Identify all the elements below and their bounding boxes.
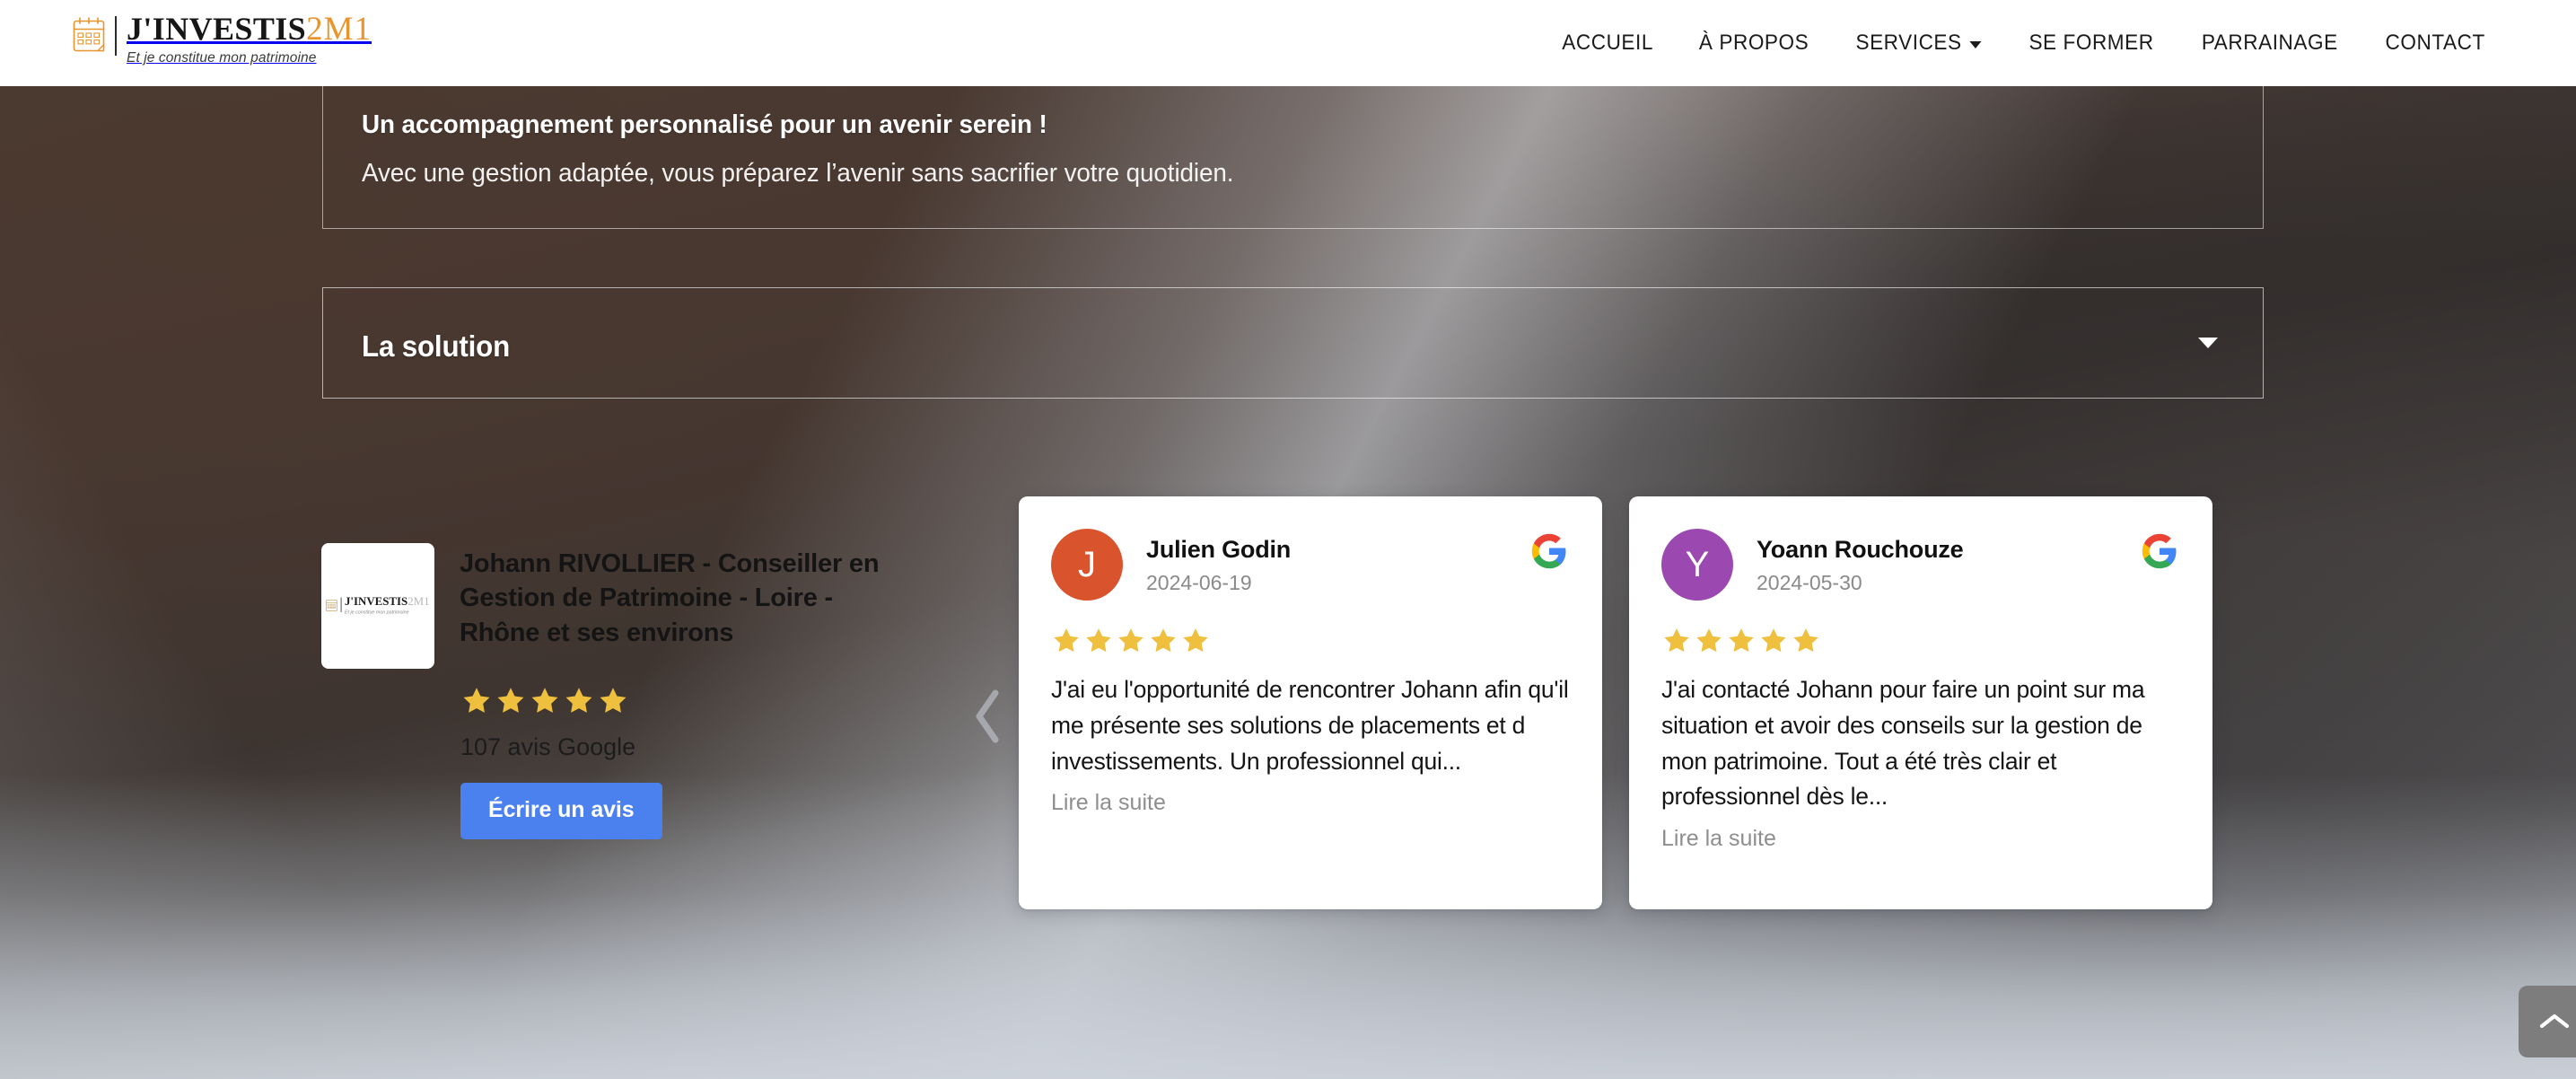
star-icon	[1664, 628, 1689, 653]
reviews-summary: J'INVESTIS2M1 Et je constitue mon patrim…	[321, 543, 941, 839]
google-reviews-widget: J'INVESTIS2M1 Et je constitue mon patrim…	[0, 462, 2576, 911]
star-icon	[1183, 628, 1208, 653]
logo-word-orange: 2M1	[306, 11, 372, 48]
google-g-icon	[1531, 533, 1566, 569]
nav-label: CONTACT	[2385, 31, 2485, 55]
chevron-down-icon[interactable]	[2198, 338, 2218, 348]
read-more-link[interactable]: Lire la suite	[1051, 790, 1570, 816]
nav-item-parrainage[interactable]: PARRAINAGE	[2183, 31, 2356, 56]
write-review-button[interactable]: Écrire un avis	[460, 783, 662, 839]
accordion-title: La solution	[362, 329, 511, 363]
reviews-count-label: 107 avis Google	[460, 733, 636, 760]
nav-label: SERVICES	[1855, 31, 1962, 55]
review-card[interactable]: Y Yoann Rouchouze 2024-05-30 J'ai contac…	[1629, 496, 2212, 909]
avatar-initial: J	[1078, 544, 1096, 584]
star-icon	[1761, 628, 1786, 653]
review-star-rating	[1661, 626, 2180, 656]
summary-star-rating	[460, 685, 941, 717]
review-text: J'ai contacté Johann pour faire un point…	[1661, 676, 2145, 811]
site-logo[interactable]: J'INVESTIS2M1 Et je constitue mon patrim…	[72, 13, 372, 74]
nav-item-contact[interactable]: CONTACT	[2366, 31, 2503, 56]
review-text: J'ai eu l'opportunité de rencontrer Joha…	[1051, 676, 1569, 775]
review-card[interactable]: J Julien Godin 2024-06-19 J'ai eu l'oppo…	[1019, 496, 1602, 909]
avatar-initial: Y	[1685, 544, 1710, 584]
star-icon	[531, 688, 558, 713]
star-icon	[1696, 628, 1722, 653]
calendar-icon	[326, 600, 338, 611]
nav-label: À PROPOS	[1698, 31, 1809, 55]
business-logo-thumbnail: J'INVESTIS2M1 Et je constitue mon patrim…	[321, 543, 434, 669]
review-star-rating	[1051, 626, 1570, 656]
nav-item-services[interactable]: SERVICES	[1837, 31, 2000, 56]
logo-divider	[115, 16, 117, 56]
logo-word-orange-mini: 2M1	[407, 595, 431, 609]
reviewer-name: Julien Godin	[1146, 536, 1292, 563]
logo-wordmark: J'INVESTIS2M1	[127, 13, 372, 46]
star-icon	[600, 688, 626, 713]
google-g-icon	[2142, 533, 2177, 569]
avatar: J	[1051, 529, 1123, 601]
avatar: Y	[1661, 529, 1733, 601]
star-icon	[1793, 628, 1818, 653]
star-icon	[1118, 628, 1143, 653]
chevron-up-icon	[2539, 1013, 2570, 1029]
star-icon	[1086, 628, 1111, 653]
star-icon	[1151, 628, 1176, 653]
nav-item-a-propos[interactable]: À PROPOS	[1680, 31, 1827, 56]
star-icon	[497, 688, 524, 713]
read-more-link[interactable]: Lire la suite	[1661, 826, 2180, 852]
carousel-prev-button[interactable]	[968, 682, 1009, 750]
nav-item-accueil[interactable]: ACCUEIL	[1543, 31, 1671, 56]
nav-label: SE FORMER	[2028, 31, 2154, 55]
calendar-icon	[73, 17, 105, 52]
star-icon	[1729, 628, 1754, 653]
site-header: J'INVESTIS2M1 Et je constitue mon patrim…	[0, 0, 2576, 86]
scroll-to-top-button[interactable]	[2519, 986, 2576, 1057]
logo-wordmark-mini: J'INVESTIS2M1	[345, 595, 431, 609]
nav-label: PARRAINAGE	[2201, 31, 2338, 55]
logo-word-black-mini: J'INVESTIS	[345, 595, 408, 609]
chevron-down-icon	[1969, 41, 1982, 48]
chevron-left-icon	[976, 689, 999, 743]
main-navigation: ACCUEIL À PROPOS SERVICES SE FORMER PARR…	[1539, 0, 2508, 86]
logo-tagline-mini: Et je constitue mon patrimoine	[345, 610, 410, 616]
star-icon	[565, 688, 592, 713]
nav-item-se-former[interactable]: SE FORMER	[2011, 31, 2173, 56]
hero-title: Un accompagnement personnalisé pour un a…	[362, 110, 1047, 139]
star-icon	[1054, 628, 1079, 653]
logo-tagline: Et je constitue mon patrimoine	[127, 50, 317, 66]
accordion-la-solution[interactable]: La solution	[322, 287, 2264, 399]
reviewer-name: Yoann Rouchouze	[1757, 536, 1964, 563]
hero-subtitle: Avec une gestion adaptée, vous préparez …	[362, 159, 1234, 188]
business-name: Johann RIVOLLIER - Conseiller en Gestion…	[460, 549, 880, 647]
hero-banner: Un accompagnement personnalisé pour un a…	[322, 85, 2264, 229]
nav-label: ACCUEIL	[1561, 31, 1653, 55]
star-icon	[463, 688, 490, 713]
review-date: 2024-06-19	[1146, 571, 1252, 595]
review-date: 2024-05-30	[1757, 571, 1862, 595]
logo-word-black: J'INVESTIS	[127, 11, 307, 47]
